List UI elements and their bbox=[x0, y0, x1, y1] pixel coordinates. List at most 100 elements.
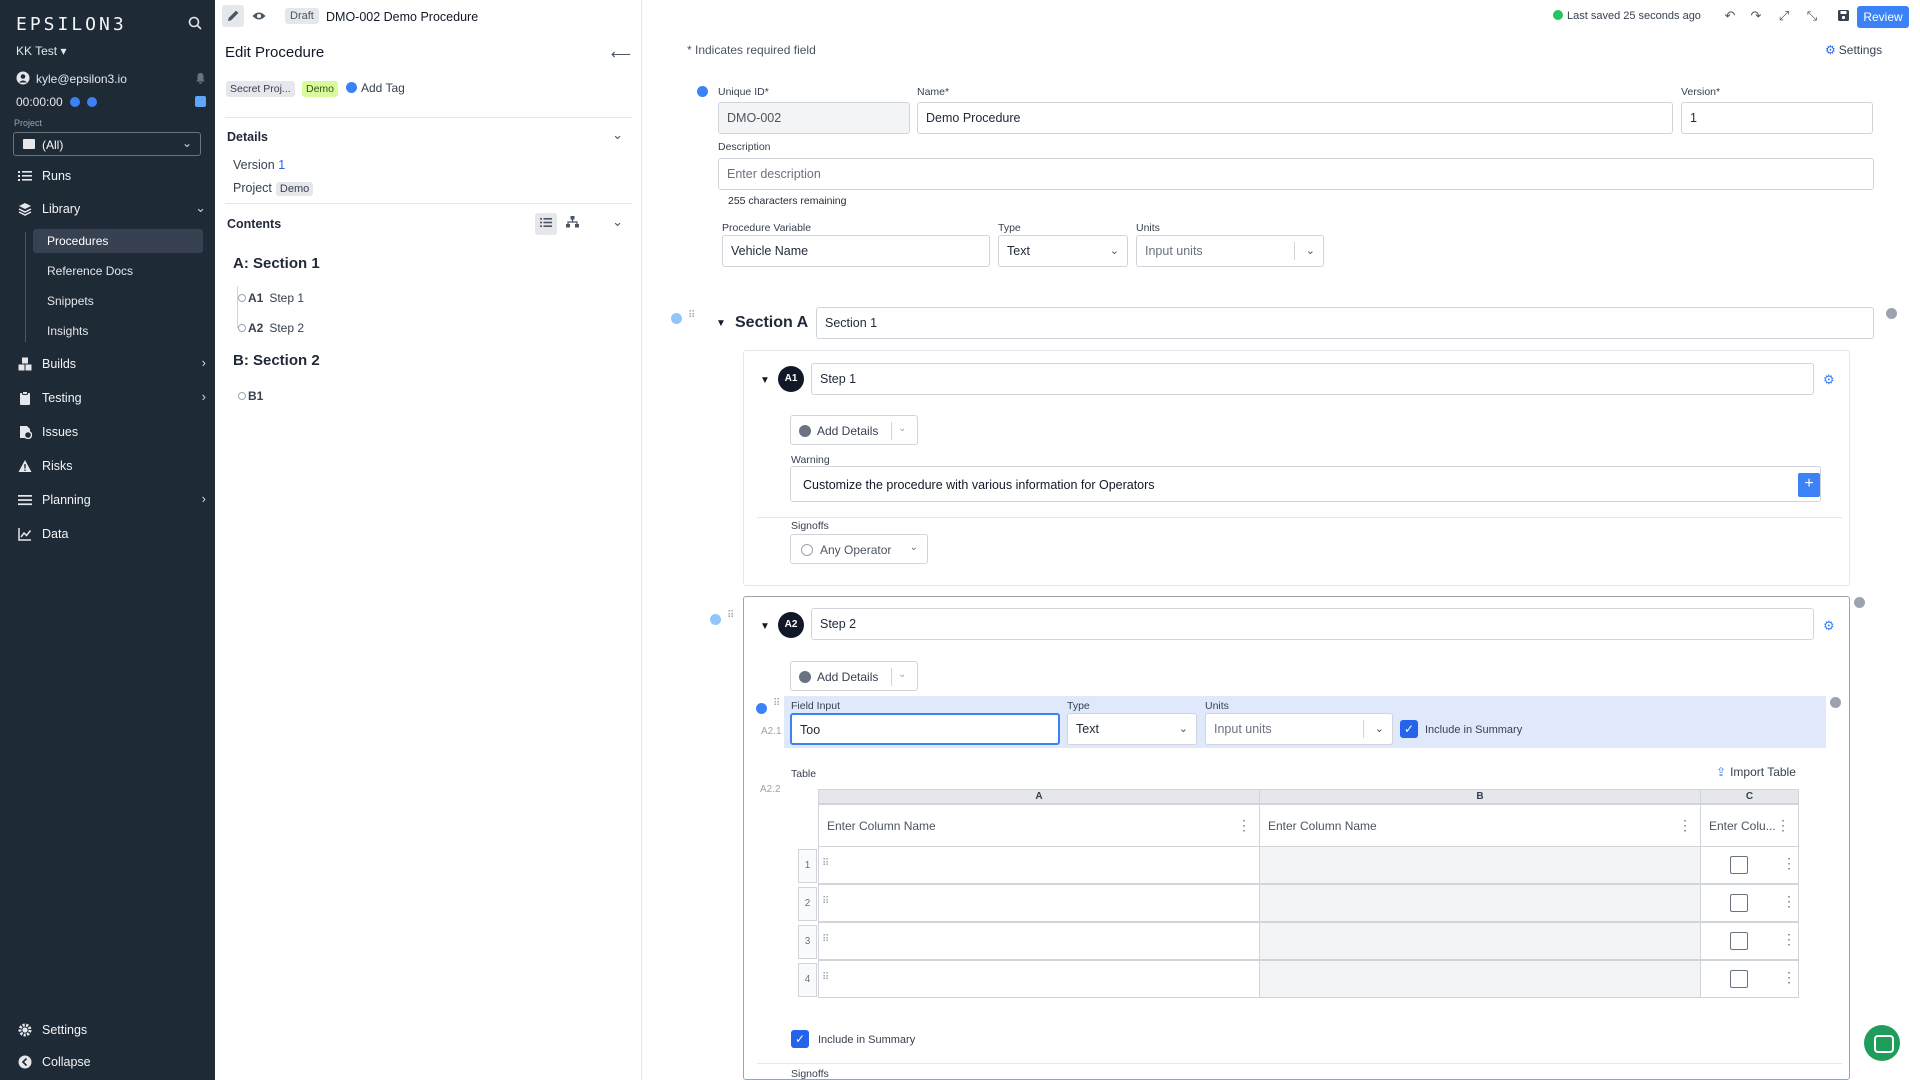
step-settings-icon[interactable]: ⚙ bbox=[1823, 372, 1835, 387]
add-content-button[interactable]: + bbox=[1798, 473, 1820, 497]
preview-mode-button[interactable] bbox=[248, 5, 270, 27]
nav-testing[interactable]: Testing › bbox=[16, 388, 206, 410]
description-field[interactable]: Enter description bbox=[718, 158, 1874, 190]
include-summary-checkbox[interactable]: ✓ bbox=[1400, 720, 1418, 738]
signoff-select[interactable]: Any Operator ⌄ bbox=[790, 534, 928, 564]
cell-checkbox[interactable] bbox=[1730, 856, 1748, 874]
variable-type-select[interactable]: Text ⌄ bbox=[998, 235, 1128, 267]
toc-section-b[interactable]: B: Section 2 bbox=[233, 352, 320, 369]
name-field[interactable]: Demo Procedure bbox=[917, 102, 1673, 134]
nav-insights[interactable]: Insights bbox=[33, 319, 203, 343]
user-row[interactable]: kyle@epsilon3.io bbox=[16, 70, 206, 88]
add-section-icon[interactable] bbox=[671, 313, 682, 324]
collapse-all-icon[interactable]: ⤡ bbox=[1804, 8, 1820, 24]
bell-icon[interactable] bbox=[195, 72, 206, 84]
list-view-toggle[interactable] bbox=[535, 213, 557, 235]
kebab-menu-icon[interactable]: ⋮ bbox=[1782, 931, 1796, 948]
remove-section-icon[interactable] bbox=[1886, 308, 1897, 319]
drag-handle-icon[interactable]: ⠿ bbox=[773, 699, 781, 713]
section-name-field[interactable]: Section 1 bbox=[816, 307, 1874, 339]
caret-down-icon[interactable]: ▼ bbox=[760, 621, 770, 632]
drag-handle-icon[interactable]: ⠿ bbox=[688, 311, 696, 325]
nav-collapse[interactable]: Collapse bbox=[16, 1052, 206, 1074]
cell-checkbox[interactable] bbox=[1730, 932, 1748, 950]
chevron-down-icon[interactable]: ⌄ bbox=[612, 127, 623, 143]
nav-snippets[interactable]: Snippets bbox=[33, 289, 203, 313]
nav-reference-docs[interactable]: Reference Docs bbox=[33, 259, 203, 283]
project-select[interactable]: (All) ⌄ bbox=[13, 132, 201, 156]
review-button[interactable]: Review bbox=[1857, 6, 1909, 28]
caret-down-icon[interactable]: ▼ bbox=[760, 375, 770, 386]
timer-stop-icon[interactable] bbox=[87, 97, 98, 107]
nav-settings[interactable]: Settings bbox=[16, 1020, 206, 1042]
drag-handle-icon[interactable]: ⠿ bbox=[822, 972, 829, 983]
cell-checkbox[interactable] bbox=[1730, 894, 1748, 912]
toc-step-a1[interactable]: A1 Step 1 bbox=[238, 291, 304, 305]
kebab-menu-icon[interactable]: ⋮ bbox=[1678, 817, 1692, 834]
chevron-down-icon[interactable]: ⌄ bbox=[612, 214, 623, 230]
calendar-icon[interactable] bbox=[195, 96, 206, 107]
tag-demo[interactable]: Demo bbox=[302, 81, 339, 97]
settings-button[interactable]: ⚙ Settings bbox=[1825, 43, 1882, 57]
field-input-name[interactable]: Too bbox=[790, 713, 1060, 745]
toc-step-b1[interactable]: B1 bbox=[238, 389, 269, 403]
kebab-menu-icon[interactable]: ⋮ bbox=[1237, 817, 1251, 834]
nav-planning[interactable]: Planning › bbox=[16, 490, 206, 512]
nav-risks[interactable]: Risks bbox=[16, 456, 206, 478]
drag-handle-icon[interactable]: ⠿ bbox=[822, 934, 829, 945]
table-cell[interactable] bbox=[818, 884, 1260, 922]
nav-data[interactable]: Data bbox=[16, 524, 206, 546]
column-name-input-a[interactable]: Enter Column Name ⋮ bbox=[818, 804, 1260, 847]
timer-pause-icon[interactable] bbox=[70, 97, 81, 107]
nav-builds[interactable]: Builds › bbox=[16, 354, 206, 376]
kebab-menu-icon[interactable]: ⋮ bbox=[1782, 969, 1796, 986]
kebab-menu-icon[interactable]: ⋮ bbox=[1782, 893, 1796, 910]
warning-field[interactable]: Customize the procedure with various inf… bbox=[790, 466, 1821, 502]
tree-view-toggle[interactable] bbox=[561, 213, 583, 235]
nav-library[interactable]: Library ⌄ bbox=[16, 199, 206, 221]
step-name-field[interactable]: Step 2 bbox=[811, 608, 1814, 640]
add-content-icon[interactable] bbox=[756, 703, 767, 714]
import-table-button[interactable]: ⇪ Import Table bbox=[1716, 765, 1796, 779]
edit-mode-button[interactable] bbox=[222, 5, 244, 27]
field-type-select[interactable]: Text ⌄ bbox=[1067, 713, 1197, 745]
step-name-field[interactable]: Step 1 bbox=[811, 363, 1814, 395]
add-details-button[interactable]: Add Details ⌄ bbox=[790, 415, 918, 445]
add-details-button[interactable]: Add Details ⌄ bbox=[790, 661, 918, 691]
drag-handle-icon[interactable]: ⠿ bbox=[822, 896, 829, 907]
add-step-icon[interactable] bbox=[710, 614, 721, 625]
org-switcher[interactable]: KK Test ▾ bbox=[16, 44, 67, 58]
save-icon[interactable] bbox=[1835, 8, 1851, 24]
toc-section-a[interactable]: A: Section 1 bbox=[233, 255, 320, 272]
nav-issues[interactable]: Issues bbox=[16, 422, 206, 444]
table-cell[interactable] bbox=[818, 922, 1260, 960]
caret-down-icon[interactable]: ▼ bbox=[716, 318, 726, 329]
drag-handle-icon[interactable]: ⠿ bbox=[822, 858, 829, 869]
step-settings-icon[interactable]: ⚙ bbox=[1823, 618, 1835, 633]
search-icon[interactable] bbox=[188, 16, 202, 30]
add-tag-button[interactable]: Add Tag bbox=[346, 81, 405, 95]
nav-procedures[interactable]: Procedures bbox=[33, 229, 203, 253]
unique-id-field[interactable]: DMO-002 bbox=[718, 102, 910, 134]
table-cell[interactable] bbox=[818, 846, 1260, 884]
cell-checkbox[interactable] bbox=[1730, 970, 1748, 988]
procedure-variable-field[interactable]: Vehicle Name bbox=[722, 235, 990, 267]
kebab-menu-icon[interactable]: ⋮ bbox=[1782, 855, 1796, 872]
nav-runs[interactable]: Runs bbox=[16, 166, 206, 188]
add-header-icon[interactable] bbox=[697, 86, 708, 97]
remove-content-icon[interactable] bbox=[1830, 697, 1841, 708]
column-name-input-c[interactable]: Enter Colu... ⋮ bbox=[1700, 804, 1799, 847]
redo-icon[interactable]: ↷ bbox=[1748, 8, 1764, 24]
field-units-select[interactable]: Input units ⌄ bbox=[1205, 713, 1393, 745]
arrow-left-icon[interactable]: ⟵ bbox=[611, 46, 631, 63]
column-name-input-b[interactable]: Enter Column Name ⋮ bbox=[1259, 804, 1701, 847]
version-field[interactable]: 1 bbox=[1681, 102, 1873, 134]
expand-icon[interactable]: ⤢ bbox=[1776, 8, 1792, 24]
app-logo[interactable]: EPSILON3 bbox=[16, 14, 127, 35]
kebab-menu-icon[interactable]: ⋮ bbox=[1776, 817, 1790, 834]
table-cell[interactable] bbox=[818, 960, 1260, 998]
drag-handle-icon[interactable]: ⠿ bbox=[727, 611, 735, 625]
tag-secret-proj[interactable]: Secret Proj... bbox=[226, 81, 295, 97]
variable-units-select[interactable]: Input units ⌄ bbox=[1136, 235, 1324, 267]
chat-support-icon[interactable] bbox=[1864, 1025, 1900, 1061]
